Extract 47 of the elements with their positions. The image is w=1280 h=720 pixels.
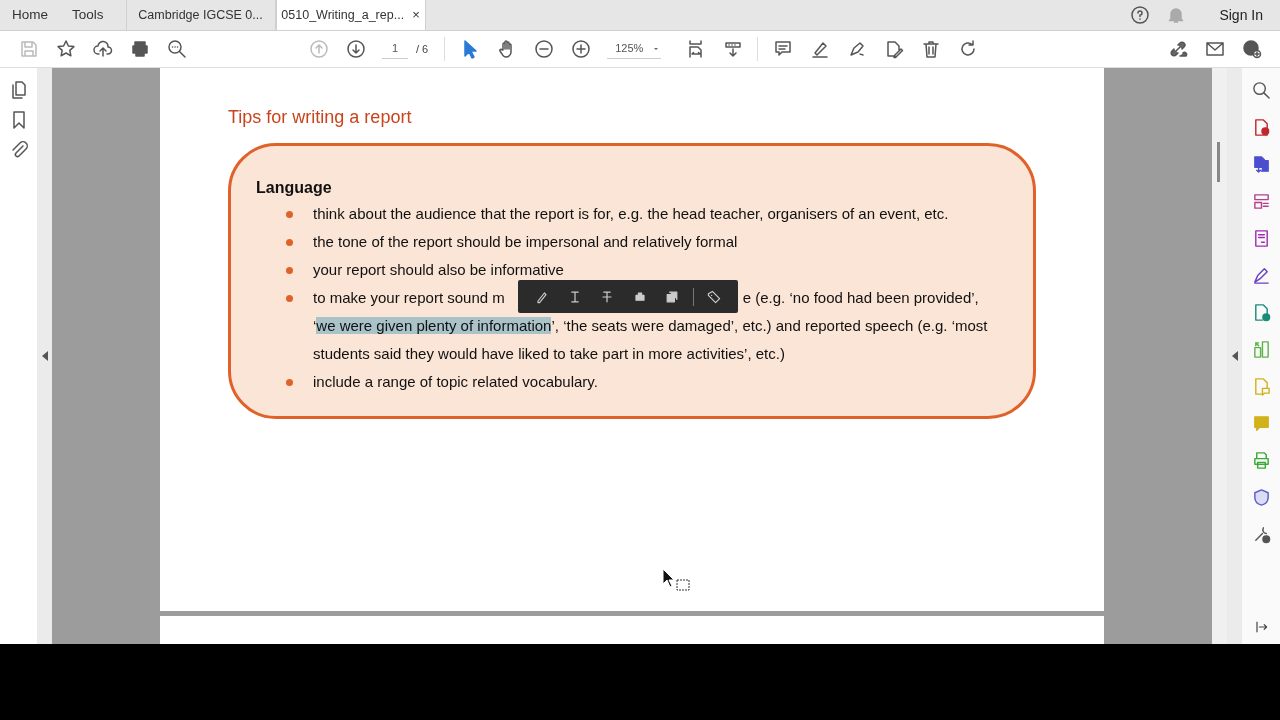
organize-pages-icon[interactable]: [1251, 192, 1271, 211]
tag-icon[interactable]: [705, 288, 722, 305]
bullet-icon: [286, 239, 293, 247]
signature-icon[interactable]: [1251, 266, 1271, 285]
cloud-upload-icon[interactable]: [92, 39, 113, 59]
collapse-arrow-icon[interactable]: [1231, 351, 1238, 361]
highlighter-icon[interactable]: [809, 39, 830, 59]
add-user-icon[interactable]: [1241, 39, 1262, 59]
zoom-out-icon[interactable]: [533, 39, 554, 59]
selection-cursor-icon: [662, 568, 692, 592]
help-icon[interactable]: [1130, 5, 1151, 25]
close-icon[interactable]: ×: [412, 5, 420, 25]
bullet-icon: [286, 295, 293, 303]
trash-icon[interactable]: [920, 39, 941, 59]
scrollbar-thumb[interactable]: [1217, 142, 1220, 182]
bullet-text: think about the audience that the report is for, e.g. the head teacher, organisers of an event, etc.: [313, 205, 949, 222]
protect-shield-icon[interactable]: [1251, 488, 1271, 507]
zoom-in-icon[interactable]: [570, 39, 591, 59]
zoom-field[interactable]: 125%: [607, 39, 652, 58]
document-tab[interactable]: Cambridge IGCSE 0...: [125, 0, 276, 30]
bullet-icon: [286, 379, 293, 387]
scroll-mode-icon[interactable]: [722, 39, 743, 59]
print-production-icon[interactable]: [1251, 451, 1271, 470]
section-title: Language: [256, 178, 333, 198]
bullet-icon: [286, 211, 293, 219]
bullet-icon: [286, 267, 293, 275]
bullet-text: to make your report sound m: [313, 288, 505, 308]
bullet-text: your report should also be informative: [313, 261, 564, 278]
down-arrow-circle-icon[interactable]: [345, 39, 366, 59]
comment-icon[interactable]: [772, 39, 793, 59]
star-icon[interactable]: [55, 39, 76, 59]
bullet-text: include a range of topic related vocabulary.: [313, 373, 598, 390]
export-pdf-icon[interactable]: [1251, 155, 1271, 174]
bullet-text: e (e.g. ‘no food had been provided’,: [742, 288, 979, 308]
nav-tab[interactable]: Home: [0, 0, 60, 30]
search-icon[interactable]: [166, 39, 187, 59]
document-tab[interactable]: 0510_Writing_a_rep... ×: [275, 0, 426, 30]
nav-tab[interactable]: Tools: [60, 0, 116, 30]
page-number-field[interactable]: 1: [382, 39, 408, 59]
bullet-text: ‘we were given plenty of information’, ‘the seats were damaged’, etc.) and reported speech (e.g. ‘most students said they would have liked to take part in more activities’, etc.): [313, 316, 989, 364]
collapse-arrow-icon[interactable]: [41, 351, 48, 361]
page-count: / 6: [416, 41, 429, 57]
zoom-tool-icon[interactable]: [1251, 81, 1271, 100]
bullet-text: the tone of the report should be impersonal and relatively formal: [313, 233, 738, 250]
report-heading: Tips for writing a report: [228, 106, 413, 129]
mail-icon[interactable]: [1204, 39, 1225, 59]
sign-in-link[interactable]: Sign In: [1218, 3, 1264, 27]
